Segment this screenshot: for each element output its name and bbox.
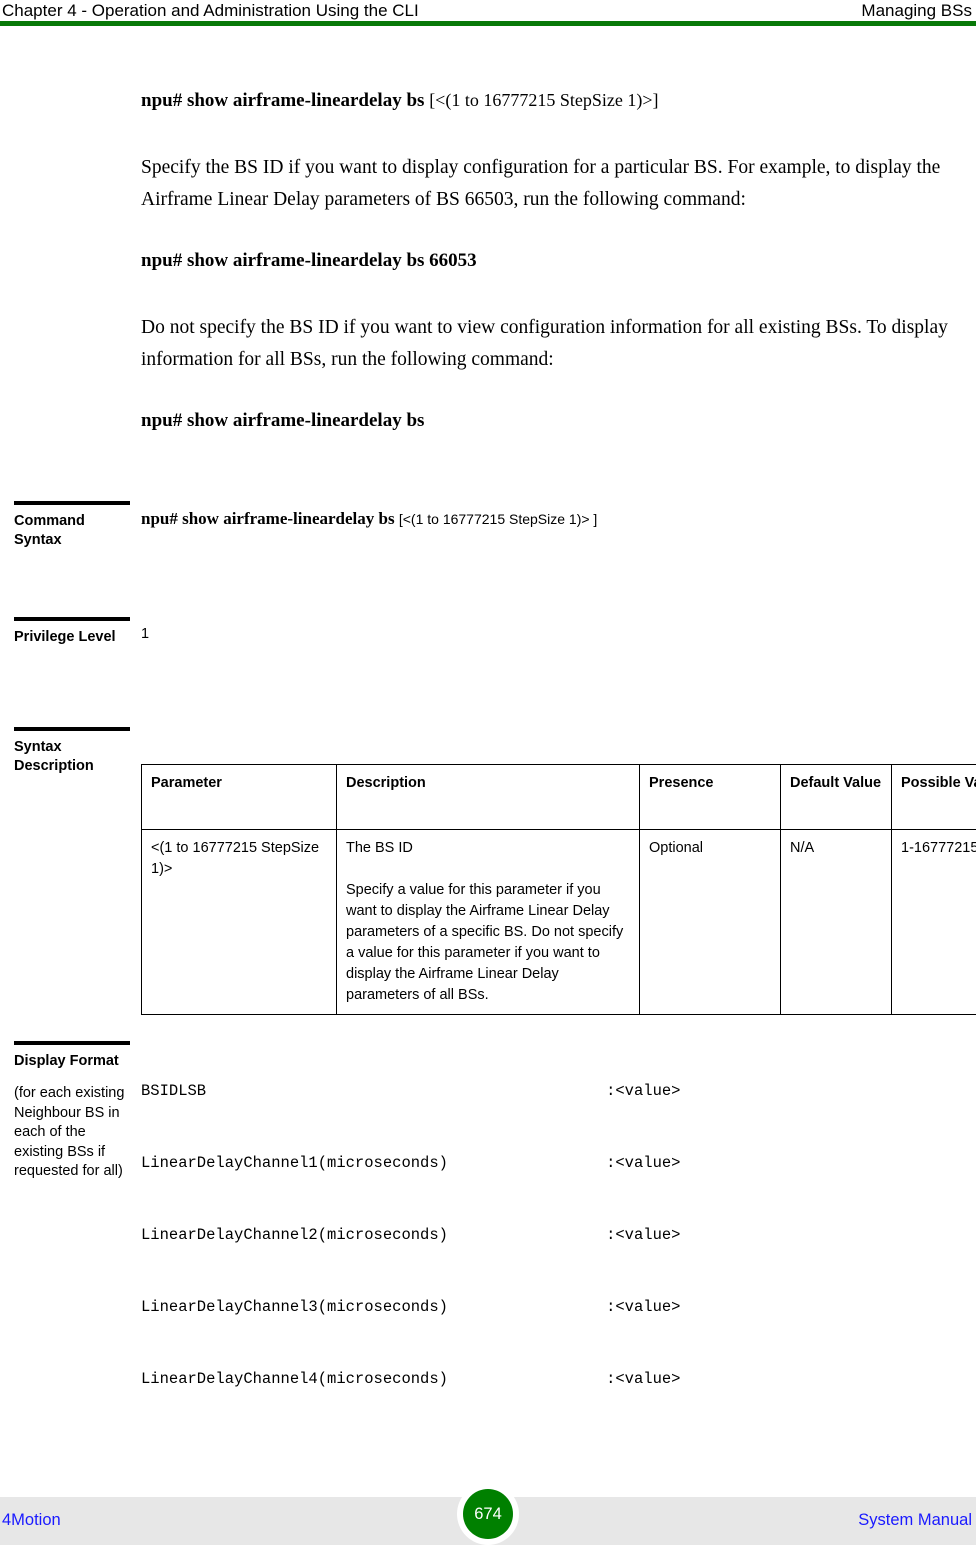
page-header: Chapter 4 - Operation and Administration… <box>0 0 976 27</box>
cell-possible-values: 1-16777215 <box>891 829 976 1015</box>
cell-description-line-1: The BS ID <box>346 840 413 856</box>
section-label-privilege-level: Privilege Level <box>14 617 130 647</box>
intro-command-1-text: npu# show airframe-lineardelay bs <box>141 90 425 111</box>
page-content: npu# show airframe-lineardelay bs [<(1 t… <box>0 27 976 1443</box>
intro-command-1-optional: [<(1 to 16777215 StepSize 1)>] <box>429 90 659 110</box>
section-label-syntax-description: Syntax Description <box>14 727 130 776</box>
display-format-line: LinearDelayChannel4(microseconds) :<valu… <box>141 1370 681 1388</box>
page-number-value: 674 <box>463 1489 513 1539</box>
cell-description-line-2: Specify a value for this parameter if yo… <box>346 882 624 1003</box>
section-privilege-level: Privilege Level 1 <box>0 617 976 727</box>
header-chapter-title: Chapter 4 - Operation and Administration… <box>2 1 419 20</box>
table-header-default-value: Default Value <box>780 764 892 830</box>
page-footer: 4Motion 674 System Manual <box>0 1483 976 1545</box>
cell-parameter: <(1 to 16777215 StepSize 1)> <box>141 829 337 1015</box>
intro-command-2: npu# show airframe-lineardelay bs 66053 <box>141 250 477 271</box>
section-command-syntax: Command Syntax npu# show airframe-linear… <box>0 501 976 617</box>
header-green-rule <box>0 21 976 26</box>
footer-product-name[interactable]: 4Motion <box>2 1509 61 1531</box>
section-label-display-format: Display Format (for each existing Neighb… <box>14 1041 130 1182</box>
intro-paragraph-2: Do not specify the BS ID if you want to … <box>141 317 948 370</box>
display-format-line: LinearDelayChannel3(microseconds) :<valu… <box>141 1298 681 1316</box>
section-body-privilege-level: 1 <box>141 617 976 644</box>
command-syntax-command: npu# show airframe-lineardelay bs <box>141 509 395 528</box>
table-row: <(1 to 16777215 StepSize 1)> The BS ID S… <box>141 829 976 1015</box>
section-body-command-syntax: npu# show airframe-lineardelay bs [<(1 t… <box>141 501 976 530</box>
cell-default-value: N/A <box>780 829 892 1015</box>
privilege-level-value: 1 <box>141 626 150 642</box>
display-format-line: LinearDelayChannel2(microseconds) :<valu… <box>141 1226 681 1244</box>
section-body-syntax-description: Parameter Description Presence Default V… <box>141 727 976 1015</box>
table-header-parameter: Parameter <box>141 764 337 830</box>
table-header-possible-values: Possible Values <box>891 764 976 830</box>
parameter-table: Parameter Description Presence Default V… <box>141 764 976 1015</box>
table-header-presence: Presence <box>639 764 781 830</box>
section-label-command-syntax: Command Syntax <box>14 501 130 550</box>
cell-presence: Optional <box>639 829 781 1015</box>
command-syntax-optional: [<(1 to 16777215 StepSize 1)> ] <box>398 511 598 527</box>
intro-command-3: npu# show airframe-lineardelay bs <box>141 410 425 431</box>
section-label-display-format-main: Display Format <box>14 1053 119 1069</box>
intro-command-1: npu# show airframe-lineardelay bs [<(1 t… <box>141 85 961 116</box>
display-format-line: LinearDelayChannel1(microseconds) :<valu… <box>141 1154 681 1172</box>
command-syntax-line: npu# show airframe-lineardelay bs [<(1 t… <box>141 508 976 530</box>
cell-description: The BS ID Specify a value for this param… <box>336 829 640 1015</box>
section-display-format: Display Format (for each existing Neighb… <box>0 1041 976 1443</box>
intro-paragraph-1: Specify the BS ID if you want to display… <box>141 157 941 210</box>
page-number-badge: 674 <box>457 1483 519 1545</box>
section-syntax-description: Syntax Description Parameter Description… <box>0 727 976 1015</box>
footer-manual-name[interactable]: System Manual <box>858 1509 972 1531</box>
section-body-display-format: BSIDLSB :<value> LinearDelayChannel1(mic… <box>141 1041 976 1443</box>
header-section-title: Managing BSs <box>861 1 972 20</box>
section-label-display-format-sub: (for each existing Neighbour BS in each … <box>14 1085 125 1179</box>
display-format-output: BSIDLSB :<value> LinearDelayChannel1(mic… <box>141 1051 976 1443</box>
intro-block: npu# show airframe-lineardelay bs [<(1 t… <box>141 85 961 436</box>
table-header-row: Parameter Description Presence Default V… <box>141 764 976 830</box>
table-header-description: Description <box>336 764 640 830</box>
display-format-line: BSIDLSB :<value> <box>141 1082 681 1100</box>
